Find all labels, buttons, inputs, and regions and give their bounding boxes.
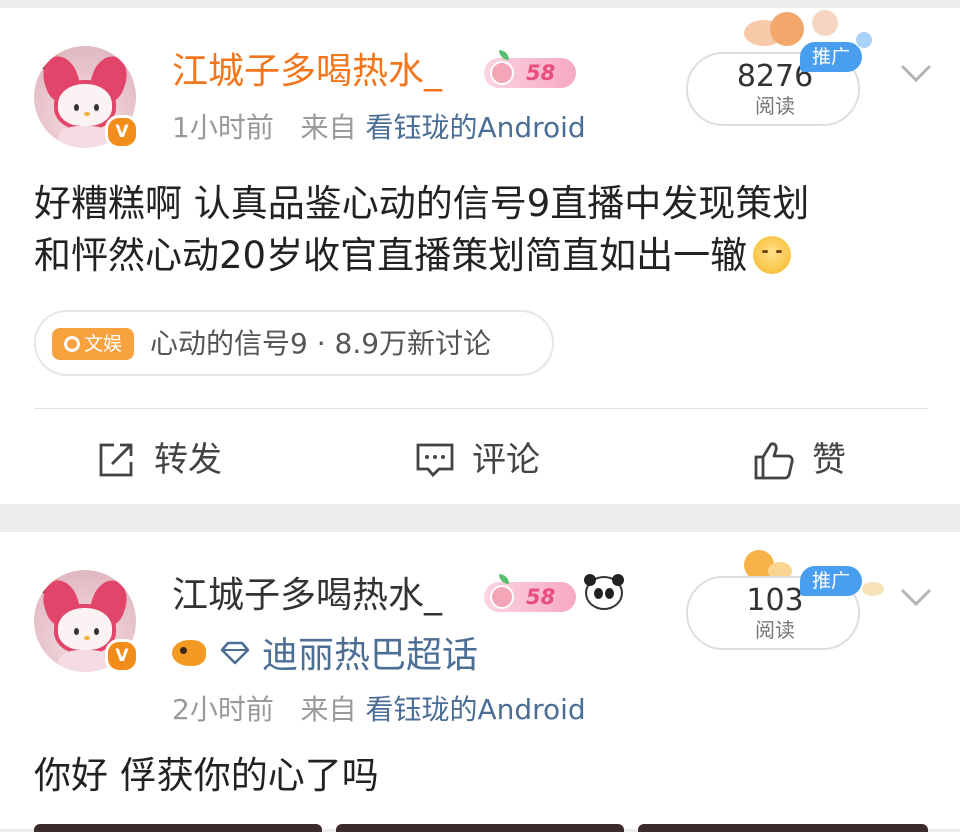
from-prefix: 来自	[300, 111, 357, 144]
username[interactable]: 江城子多喝热水_	[172, 574, 442, 618]
post-source[interactable]: 看钰珑的Android	[365, 693, 585, 726]
post-time: 1小时前	[172, 111, 274, 144]
post-image-thumbnail[interactable]	[638, 824, 928, 832]
verified-badge-icon: V	[105, 639, 139, 673]
level-face-icon	[490, 585, 514, 609]
topic-text: 心动的信号9 · 8.9万新讨论	[150, 327, 492, 360]
panda-icon	[584, 574, 624, 610]
promote-badge[interactable]: 推广	[800, 42, 862, 72]
post-meta: 2小时前 来自 看钰珑的Android	[172, 692, 586, 728]
post-content: 好糟糕啊 认真品鉴心动的信号9直播中发现策划 和怦然心动20岁收官直播策划简直如…	[34, 178, 809, 282]
topic-chip[interactable]: 文娱 心动的信号9 · 8.9万新讨论	[34, 310, 554, 376]
post-image-thumbnail[interactable]	[336, 824, 624, 832]
comment-icon	[416, 443, 454, 478]
level-number: 58	[526, 585, 556, 609]
repost-icon	[99, 443, 133, 477]
post-meta: 1小时前 来自 看钰珑的Android	[172, 110, 586, 146]
chevron-down-icon[interactable]	[898, 58, 934, 88]
feed-post-2[interactable]: V 江城子多喝热水_ 58 迪丽热巴超话 2小时前 来自 看钰珑的Android…	[0, 532, 960, 829]
repost-button[interactable]: 转发	[96, 438, 236, 482]
diamond-icon	[220, 641, 250, 665]
super-topic-label: 迪丽热巴超话	[262, 635, 479, 676]
post-image-thumbnail[interactable]	[34, 824, 322, 832]
comment-button[interactable]: 评论	[414, 438, 554, 482]
repost-label: 转发	[154, 440, 222, 480]
post-content-line: 你好 俘获你的心了吗	[34, 754, 379, 797]
topic-tag: 文娱	[52, 328, 134, 360]
post-source[interactable]: 看钰珑的Android	[365, 111, 585, 144]
level-badge[interactable]: 58	[484, 574, 576, 612]
verified-badge-icon: V	[105, 115, 139, 149]
chevron-down-icon[interactable]	[898, 582, 934, 612]
level-number: 58	[526, 61, 556, 85]
smile-emoji-icon	[753, 236, 792, 274]
post-content-line: 好糟糕啊 认真品鉴心动的信号9直播中发现策划	[34, 182, 810, 225]
post-content: 你好 俘获你的心了吗	[34, 750, 379, 802]
search-icon	[63, 336, 80, 352]
promote-badge[interactable]: 推广	[800, 566, 862, 596]
comment-label: 评论	[472, 440, 540, 480]
read-label: 阅读	[755, 618, 795, 642]
like-button[interactable]: 赞	[752, 438, 862, 482]
read-label: 阅读	[755, 94, 795, 118]
like-label: 赞	[812, 440, 846, 480]
from-prefix: 来自	[300, 693, 357, 726]
post-time: 2小时前	[172, 693, 274, 726]
level-face-icon	[490, 61, 514, 85]
divider	[34, 408, 928, 409]
thumbs-up-icon	[754, 442, 794, 480]
fish-icon	[172, 640, 206, 666]
post-content-line: 和怦然心动20岁收官直播策划简直如出一辙	[34, 234, 748, 277]
username[interactable]: 江城子多喝热水_	[172, 50, 442, 94]
topic-tag-label: 文娱	[83, 333, 122, 355]
level-badge[interactable]: 58	[484, 50, 576, 88]
feed-post-1[interactable]: V 江城子多喝热水_ 58 1小时前 来自 看钰珑的Android 8276 阅…	[0, 8, 960, 504]
